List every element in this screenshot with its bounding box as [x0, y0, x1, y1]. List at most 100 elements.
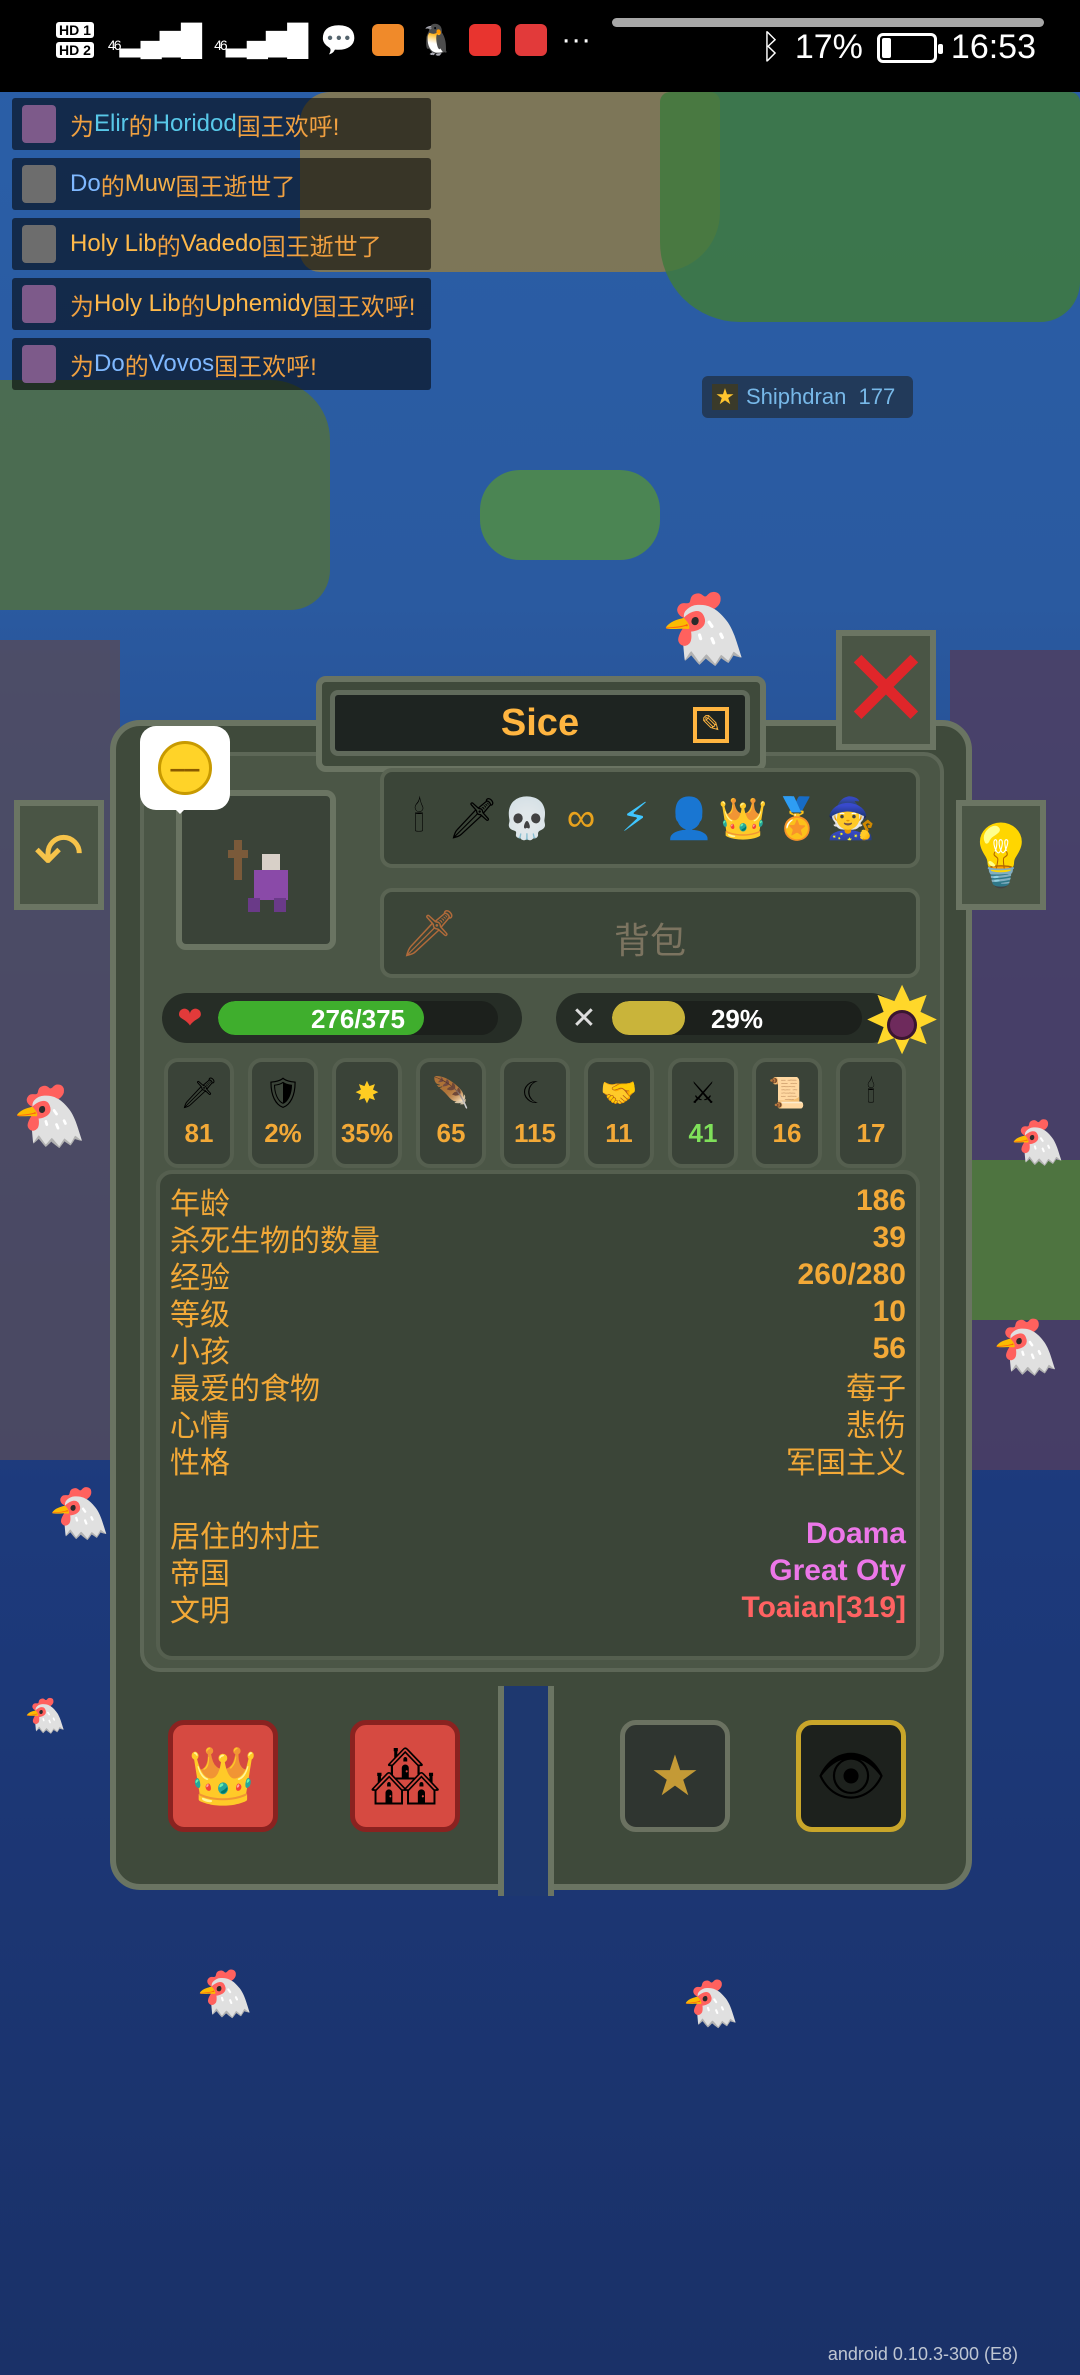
trait-bar: 🕯 🗡 💀 ∞ ⚡ 👤 👑 🏅 🧙: [380, 768, 920, 868]
info-row: 等级 10: [170, 1294, 906, 1332]
unit-sprite-icon: [228, 840, 288, 912]
notification-item[interactable]: 为 Do 的 Vovos 国王欢呼!: [12, 338, 432, 390]
info-row: 心情 悲伤: [170, 1409, 906, 1443]
kingdom-tag[interactable]: ★ Shiphdran 177: [702, 376, 914, 418]
hunger-track: 29%: [612, 1001, 862, 1035]
stats-row: 🗡 81 🛡 2% ✸ 35% 🪶 65 ☾ 115 🤝 11 ⚔ 41 📜 16 🕯 17: [160, 1058, 920, 1168]
health-bar: ❤ 276/375: [162, 993, 522, 1043]
close-icon: ✕: [839, 628, 933, 751]
wechat-icon: 💬: [320, 23, 358, 57]
tombstone-icon: [22, 225, 56, 263]
star-icon: ★: [649, 1744, 701, 1807]
heart-icon: ❤: [177, 1001, 203, 1035]
inventory-slot[interactable]: 🗡 背包: [380, 888, 920, 978]
stat-armor[interactable]: 🛡 2%: [248, 1058, 318, 1168]
unit-name: Sice: [500, 701, 580, 744]
stat-attack[interactable]: 🗡 81: [164, 1058, 234, 1168]
health-track: 276/375: [218, 1001, 498, 1035]
stat-range[interactable]: ☾ 115: [500, 1058, 570, 1168]
culture-row[interactable]: 文明 Toaian[319]: [170, 1589, 906, 1628]
dagger-icon[interactable]: 🗡: [448, 788, 499, 848]
more-icon: ···: [561, 23, 592, 56]
village-row[interactable]: 居住的村庄 Doama: [170, 1515, 906, 1554]
battery-fill: [881, 37, 892, 58]
armor-icon: 🛡: [263, 1076, 303, 1110]
follow-button[interactable]: 👁: [796, 1720, 906, 1832]
notification-item[interactable]: Holy Lib 的 Vadedo 国王逝世了: [12, 218, 432, 270]
village-icon: 🏘: [369, 1744, 441, 1807]
lightbulb-button[interactable]: 💡: [956, 800, 1046, 910]
panel-divider: [498, 1686, 554, 1896]
hd-2-badge: HD 2: [56, 42, 94, 58]
health-value: 276/375: [311, 1004, 405, 1034]
king-icon: [22, 105, 56, 143]
stat-stewardship[interactable]: 📜 16: [752, 1058, 822, 1168]
stat-crit[interactable]: ✸ 35%: [332, 1058, 402, 1168]
unit-name-box[interactable]: Sice ✎: [330, 690, 750, 756]
mood-bubble: ‒‒: [140, 726, 230, 814]
stat-diplomacy[interactable]: 🤝 11: [584, 1058, 654, 1168]
head-icon[interactable]: 👤: [664, 788, 714, 848]
chicken-unit[interactable]: 🐔: [1010, 1116, 1065, 1168]
pull-handle[interactable]: [612, 18, 1044, 27]
star-icon: ★: [712, 384, 738, 410]
chicken-unit[interactable]: 🐔: [682, 1976, 739, 2031]
kingdom-name: Shiphdran: [746, 384, 847, 409]
version-label: android 0.10.3-300 (E8): [827, 2344, 1018, 2364]
range-icon: ☾: [521, 1076, 549, 1110]
king-icon: [22, 285, 56, 323]
village-button[interactable]: 🏘: [350, 1720, 460, 1832]
hunger-bar: ✕ 29%: [556, 993, 896, 1043]
favorite-button[interactable]: ★: [620, 1720, 730, 1832]
land-mass: [0, 640, 120, 1460]
warfare-icon: ⚔: [689, 1076, 717, 1110]
stat-intelligence[interactable]: 🕯 17: [836, 1058, 906, 1168]
kingdom-button[interactable]: 👑: [168, 1720, 278, 1832]
land-mass: [0, 380, 330, 610]
crown-face-icon[interactable]: 👑: [718, 788, 768, 848]
chicken-unit[interactable]: 🐔: [48, 1484, 110, 1543]
app-icon: [469, 24, 502, 56]
info-row: 性格 军国主义: [170, 1446, 906, 1480]
chicken-unit[interactable]: 🐔: [992, 1316, 1059, 1379]
eye-icon: 👁: [815, 1744, 887, 1807]
status-bar: HD 1 HD 2 46▂▄▆█ 46▂▄▆█ 💬 🐧 ··· ᛒ 17% 16…: [0, 0, 1080, 92]
skull-icon[interactable]: 💀: [502, 788, 552, 848]
inventory-label: 背包: [613, 920, 686, 961]
kingdom-count: 177: [858, 384, 896, 409]
favorite-star-icon[interactable]: ✸: [856, 976, 948, 1068]
crown-icon: 👑: [188, 1744, 258, 1807]
stat-warfare[interactable]: ⚔ 41: [668, 1058, 738, 1168]
battery-icon: [876, 32, 943, 63]
stat-speed[interactable]: 🪶 65: [416, 1058, 486, 1168]
bluetooth-icon: ᛒ: [760, 28, 781, 66]
hd-indicators: HD 1 HD 2: [56, 22, 94, 58]
chicken-unit[interactable]: 🐔: [12, 1080, 87, 1151]
chicken-unit[interactable]: 🐔: [24, 1696, 66, 1736]
land-mass: [660, 92, 1080, 322]
hunger-value: 29%: [710, 1004, 764, 1034]
info-row: 年龄 186: [170, 1183, 906, 1221]
chicken-unit[interactable]: 🐔: [660, 588, 747, 670]
chicken-unit[interactable]: 🐔: [196, 1966, 253, 2021]
infinity-icon[interactable]: ∞: [556, 788, 606, 848]
back-button[interactable]: ↶: [14, 800, 104, 910]
close-button[interactable]: ✕: [836, 630, 936, 750]
notification-item[interactable]: Do 的 Muw 国王逝世了: [12, 158, 432, 210]
wizard-hat-icon[interactable]: 🧙: [826, 788, 876, 848]
medal-icon[interactable]: 🏅: [772, 788, 822, 848]
signal-icon: 46▂▄▆█: [107, 23, 202, 57]
lightning-icon[interactable]: ⚡: [610, 788, 660, 848]
info-row: 小孩 56: [170, 1331, 906, 1369]
battery-percent: 17%: [794, 28, 863, 66]
signal-icon: 46▂▄▆█: [214, 23, 308, 57]
crit-icon: ✸: [354, 1076, 380, 1110]
candle-icon[interactable]: 🕯: [394, 788, 444, 848]
kingdom-row[interactable]: 帝国 Great Oty: [170, 1552, 906, 1591]
diplomacy-icon: 🤝: [600, 1076, 638, 1110]
notification-item[interactable]: 为 Elir 的 Horidod 国王欢呼!: [12, 98, 432, 150]
notification-item[interactable]: 为 Holy Lib 的 Uphemidy 国王欢呼!: [12, 278, 432, 330]
intelligence-icon: 🕯: [866, 1076, 876, 1109]
edit-icon[interactable]: ✎: [693, 707, 729, 743]
unit-portrait[interactable]: [176, 790, 336, 950]
